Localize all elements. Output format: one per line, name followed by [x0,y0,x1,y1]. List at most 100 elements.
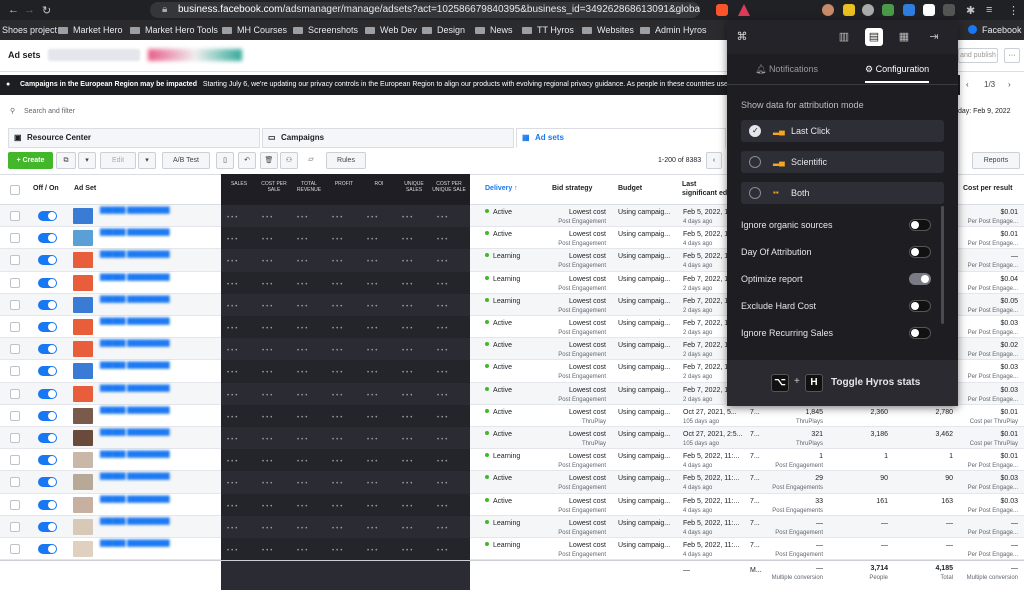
table-row[interactable]: ██████ ██████████ Active Lowest cost ThruPl… [0,405,1024,427]
back-icon[interactable]: ← [8,4,19,16]
row-checkbox[interactable] [10,344,20,355]
row-toggle[interactable] [38,299,57,310]
table-row[interactable]: ██████ ██████████ Active Lowest cost Post E… [0,494,1024,516]
more-button[interactable]: ··· [1004,48,1020,63]
adset-name[interactable]: ██████ ██████████ [100,519,170,525]
hyros-col-header[interactable]: COST PER UNIQUE SALE [431,181,467,193]
table-row[interactable]: ██████ ██████████ Learning Lowest cost Post… [0,538,1024,561]
menu-icon[interactable]: ⋮ [1008,4,1019,17]
adset-name[interactable]: ██████ ██████████ [100,541,170,547]
col-bid[interactable]: Bid strategy [552,185,592,192]
row-toggle[interactable] [38,455,57,466]
table-row[interactable]: ██████ ██████████ Active Lowest cost Post E… [0,471,1024,494]
radio-button[interactable] [749,156,761,168]
adset-name[interactable]: ██████ ██████████ [100,430,170,436]
prev-icon[interactable]: ‹ [966,75,969,95]
option-toggle[interactable] [909,219,931,231]
globe-icon[interactable] [862,4,874,16]
search-input[interactable]: ⚲ Search and filter [8,104,748,120]
reports-button[interactable]: Reports [972,152,1020,169]
table-row[interactable]: ██████ ██████████ Learning Lowest cost Post… [0,449,1024,472]
date-range[interactable]: day: Feb 9, 2022 [958,108,1011,115]
col-budget[interactable]: Budget [618,185,642,192]
account-selector[interactable] [48,49,140,61]
adset-name[interactable]: ██████ ██████████ [100,408,170,414]
adset-name[interactable]: ██████ ██████████ [100,208,170,214]
dropdown-button[interactable]: ▾ [78,152,96,169]
row-toggle[interactable] [38,322,57,332]
adset-name[interactable]: ██████ ██████████ [100,297,170,303]
row-checkbox[interactable] [10,211,20,221]
puzzle-icon[interactable]: ✱ [966,4,975,17]
bookmark-item[interactable]: TT Hyros [522,25,574,35]
next-icon[interactable]: › [1008,75,1011,95]
adset-name[interactable]: ██████ ██████████ [100,497,170,503]
row-checkbox[interactable] [10,255,20,266]
bookmark-item[interactable]: MH Courses [222,25,287,35]
adset-name[interactable]: ██████ ██████████ [100,275,170,281]
row-toggle[interactable] [38,277,57,288]
adset-name[interactable]: ██████ ██████████ [100,341,170,347]
hyros-col-header[interactable]: ROI [361,181,397,187]
adset-name[interactable]: ██████ ██████████ [100,230,170,236]
tab-campaigns[interactable]: ▭ Campaigns [262,128,514,148]
radio-button[interactable] [749,120,761,142]
option-toggle[interactable] [909,300,931,312]
row-checkbox[interactable] [10,477,20,488]
hyros-col-header[interactable]: UNIQUE SALES [396,181,432,193]
option-toggle[interactable] [909,273,931,285]
row-checkbox[interactable] [10,233,20,244]
select-all-checkbox[interactable] [10,185,20,195]
vpn-icon[interactable] [738,4,750,16]
row-checkbox[interactable] [10,433,20,443]
row-checkbox[interactable] [10,322,20,332]
hyros-col-header[interactable]: COST PER SALE [256,181,292,193]
undo-icon[interactable]: ↶ [238,152,256,169]
brave-icon[interactable] [716,4,728,16]
bookmark-item[interactable]: Websites [582,25,634,35]
preview-icon[interactable]: ▱ [302,152,320,169]
address-bar[interactable]: 🔒︎ business.facebook.com/adsmanager/mana… [150,2,700,18]
row-checkbox[interactable] [10,277,20,288]
row-checkbox[interactable] [10,299,20,310]
profile-icon[interactable] [822,4,834,16]
chart-icon[interactable]: ▤ [865,28,883,46]
logout-icon[interactable]: ⇥ [925,28,943,46]
table-row[interactable]: ██████ ██████████ Active Lowest cost ThruPl… [0,427,1024,450]
bookmark-item[interactable]: Web Dev [365,25,417,35]
extension-icon[interactable] [903,4,915,16]
bookmark-item[interactable]: Facebook [968,25,1022,35]
extension-icon[interactable] [943,4,955,16]
row-checkbox[interactable] [10,521,20,532]
panel-scrollbar[interactable] [941,206,944,324]
media-icon[interactable]: ≡ [986,4,992,16]
bookmark-item[interactable]: Shoes project [2,25,57,35]
row-toggle[interactable] [38,388,57,399]
ab-test-button[interactable]: A/B Test [162,152,210,169]
hyros-col-header[interactable]: PROFIT [326,181,362,187]
row-checkbox[interactable] [10,455,20,466]
forward-icon[interactable]: → [24,4,35,16]
trash-icon[interactable]: 🗑︎ [260,152,278,169]
adset-name[interactable]: ██████ ██████████ [100,474,170,480]
row-toggle[interactable] [38,366,57,377]
option-toggle[interactable] [909,327,931,339]
row-toggle[interactable] [38,499,57,510]
row-toggle[interactable] [38,521,57,532]
row-toggle[interactable] [38,433,57,443]
bookmark-item[interactable]: News [475,25,513,35]
row-toggle[interactable] [38,477,57,488]
adset-name[interactable]: ██████ ██████████ [100,363,170,369]
adset-name[interactable]: ██████ ██████████ [100,252,170,258]
rules-button[interactable]: Rules [326,152,366,169]
prev-page-button[interactable]: ‹ [706,152,722,169]
table-row[interactable]: ██████ ██████████ Learning Lowest cost Post… [0,515,1024,538]
bookmark-item[interactable]: Market Hero Tools [130,25,218,35]
col-onoff[interactable]: Off / On [33,185,59,192]
hyros-col-header[interactable]: TOTAL REVENUE [291,181,327,193]
audience-icon[interactable]: ⚇ [280,152,298,169]
row-checkbox[interactable] [10,366,20,377]
row-toggle[interactable] [38,211,57,221]
row-toggle[interactable] [38,233,57,244]
col-delivery[interactable]: Delivery ↑ [485,185,518,192]
